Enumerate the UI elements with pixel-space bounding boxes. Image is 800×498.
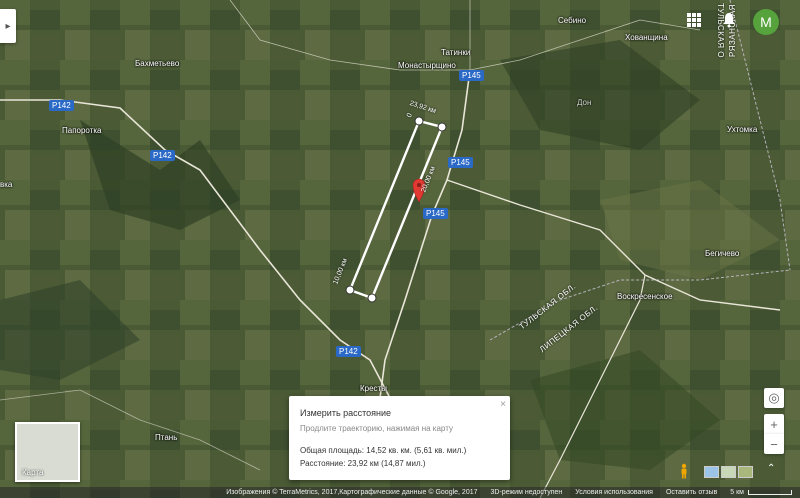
place-label: Татинки xyxy=(441,48,471,57)
measure-point[interactable] xyxy=(437,122,447,132)
chevron-right-icon: ▸ xyxy=(5,20,11,32)
locate-icon: ◎ xyxy=(768,390,780,405)
imagery-credit: Изображения © TerraMetrics, 2017,Картогр… xyxy=(226,489,478,496)
road-shield: P145 xyxy=(448,157,473,168)
layer-thumbnail[interactable] xyxy=(721,466,736,478)
place-label: Птань xyxy=(155,433,178,442)
account-avatar[interactable]: M xyxy=(753,9,779,35)
zoom-in-button[interactable]: + xyxy=(764,414,784,434)
place-label: Хованщина xyxy=(625,33,668,42)
road-shield: P142 xyxy=(150,150,175,161)
panel-title: Измерить расстояние xyxy=(300,408,392,418)
pegman-icon[interactable] xyxy=(680,463,688,479)
measure-point[interactable] xyxy=(414,116,424,126)
notifications-bell-icon[interactable] xyxy=(722,12,736,28)
layer-thumbnail[interactable] xyxy=(704,466,719,478)
place-label: Кресты xyxy=(360,384,387,393)
place-label: Воскресенское xyxy=(617,292,673,301)
road-shield: P142 xyxy=(49,100,74,111)
place-label: Бегичево xyxy=(705,249,740,258)
feedback-link[interactable]: Оставить отзыв xyxy=(666,487,717,498)
place-label: Себино xyxy=(558,16,587,25)
close-icon[interactable]: × xyxy=(500,399,506,410)
apps-grid-icon[interactable] xyxy=(687,13,701,27)
map-type-toggle[interactable]: Карта xyxy=(15,422,80,482)
scale-bar[interactable]: 5 км xyxy=(730,487,792,498)
road-shield: P145 xyxy=(459,70,484,81)
road-shield: P145 xyxy=(423,208,448,219)
expand-chevron-icon[interactable]: ⌃ xyxy=(767,463,775,474)
place-label: Папоротка xyxy=(62,126,102,135)
measure-distance-panel: × Измерить расстояние Продлите траектори… xyxy=(289,396,510,480)
zoom-out-button[interactable]: − xyxy=(764,434,784,454)
place-label: Монастырщино xyxy=(398,61,456,70)
plus-icon: + xyxy=(770,416,778,432)
map-footer: Изображения © TerraMetrics, 2017,Картогр… xyxy=(0,487,800,498)
panel-hint: Продлите траекторию, нажимая на карту xyxy=(300,424,453,433)
measure-point[interactable] xyxy=(367,293,377,303)
place-label: вка xyxy=(0,180,13,189)
total-area: Общая площадь: 14,52 кв. км. (5,61 кв. м… xyxy=(300,446,467,455)
minus-icon: − xyxy=(770,436,778,452)
place-label: Бахметьево xyxy=(135,59,180,68)
terms-link[interactable]: Условия использования xyxy=(575,487,653,498)
my-location-button[interactable]: ◎ xyxy=(764,388,784,408)
mode3d-notice: 3D-режим недоступен xyxy=(490,489,563,496)
road-shield: P142 xyxy=(336,346,361,357)
layer-thumbnails[interactable] xyxy=(704,466,753,478)
total-distance: Расстояние: 23,92 км (14,87 мил.) xyxy=(300,459,426,468)
layer-thumbnail[interactable] xyxy=(738,466,753,478)
minimap-label: Карта xyxy=(22,468,44,477)
place-label: Ухтомка xyxy=(727,125,758,134)
place-label: Дон xyxy=(577,98,592,107)
scale-label: 5 км xyxy=(730,489,744,496)
measure-point[interactable] xyxy=(345,285,355,295)
collapse-panel-button[interactable]: ▸ xyxy=(0,9,16,43)
